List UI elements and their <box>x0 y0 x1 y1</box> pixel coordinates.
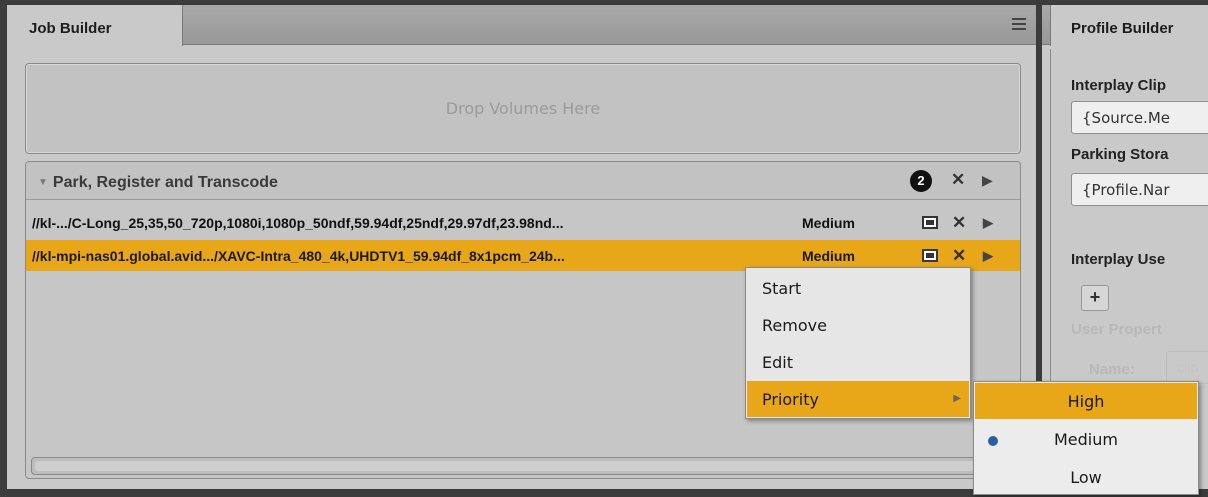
job-group-title[interactable]: ▼ Park, Register and Transcode <box>38 174 278 192</box>
job-group-title-text: Park, Register and Transcode <box>52 174 278 191</box>
monitor-icon[interactable] <box>922 216 938 229</box>
start-job-group-icon[interactable]: ▶ <box>982 172 993 189</box>
panel-menu-icon[interactable] <box>1012 18 1026 32</box>
monitor-icon[interactable] <box>922 249 938 262</box>
interplay-clip-field[interactable]: {Source.Me <box>1071 101 1208 134</box>
horizontal-scrollbar[interactable] <box>31 457 1021 475</box>
remove-job-group-icon[interactable]: ✕ <box>951 170 965 190</box>
collapse-triangle-icon[interactable]: ▼ <box>38 177 48 188</box>
job-priority: Medium <box>802 215 855 231</box>
job-builder-tab-bar: Job Builder <box>7 5 1036 46</box>
drop-zone-label: Drop Volumes Here <box>445 99 601 118</box>
start-job-icon[interactable]: ▶ <box>983 215 993 231</box>
priority-high-option[interactable]: High <box>975 383 1197 419</box>
parking-storage-field[interactable]: {Profile.Nar <box>1071 173 1208 206</box>
priority-submenu: High Medium Low <box>973 381 1199 495</box>
remove-job-icon[interactable]: ✕ <box>952 213 966 233</box>
parking-storage-label: Parking Stora <box>1071 146 1169 163</box>
interplay-clip-label: Interplay Clip <box>1071 77 1167 94</box>
job-context-menu: Start Remove Edit Priority ▶ <box>745 267 971 419</box>
menu-item-remove[interactable]: Remove <box>747 307 969 343</box>
menu-item-priority[interactable]: Priority ▶ <box>747 381 969 417</box>
priority-medium-label: Medium <box>1054 430 1118 449</box>
user-properties-label: User Propert <box>1071 321 1162 338</box>
drop-volumes-zone[interactable]: Drop Volumes Here <box>25 63 1021 154</box>
priority-medium-option[interactable]: Medium <box>975 421 1197 457</box>
job-group-header[interactable]: ▼ Park, Register and Transcode 2 ✕ ▶ <box>26 162 1020 200</box>
tab-profile-builder[interactable]: Profile Builder <box>1050 5 1208 46</box>
menu-item-start[interactable]: Start <box>747 270 969 306</box>
job-source-path: //kl-mpi-nas01.global.avid.../XAVC-Intra… <box>32 248 565 264</box>
selected-radio-icon <box>988 436 998 446</box>
job-row[interactable]: //kl-.../C-Long_25,35,50_720p,1080i,1080… <box>26 207 1020 238</box>
remove-job-icon[interactable]: ✕ <box>952 246 966 266</box>
tab-job-builder[interactable]: Job Builder <box>7 5 183 46</box>
name-field[interactable]: clip <box>1166 351 1208 384</box>
priority-low-option[interactable]: Low <box>975 459 1197 495</box>
profile-builder-tab-bar: Profile Builder <box>1042 5 1208 46</box>
name-label: Name: <box>1089 361 1135 378</box>
add-user-property-button[interactable]: + <box>1081 285 1109 311</box>
menu-item-priority-label: Priority <box>762 390 819 409</box>
submenu-arrow-icon: ▶ <box>953 393 961 404</box>
job-source-path: //kl-.../C-Long_25,35,50_720p,1080i,1080… <box>32 215 564 231</box>
interplay-user-label: Interplay Use <box>1071 251 1166 268</box>
job-count-badge: 2 <box>910 170 932 192</box>
menu-item-edit[interactable]: Edit <box>747 344 969 380</box>
job-priority: Medium <box>802 248 855 264</box>
start-job-icon[interactable]: ▶ <box>983 248 993 264</box>
